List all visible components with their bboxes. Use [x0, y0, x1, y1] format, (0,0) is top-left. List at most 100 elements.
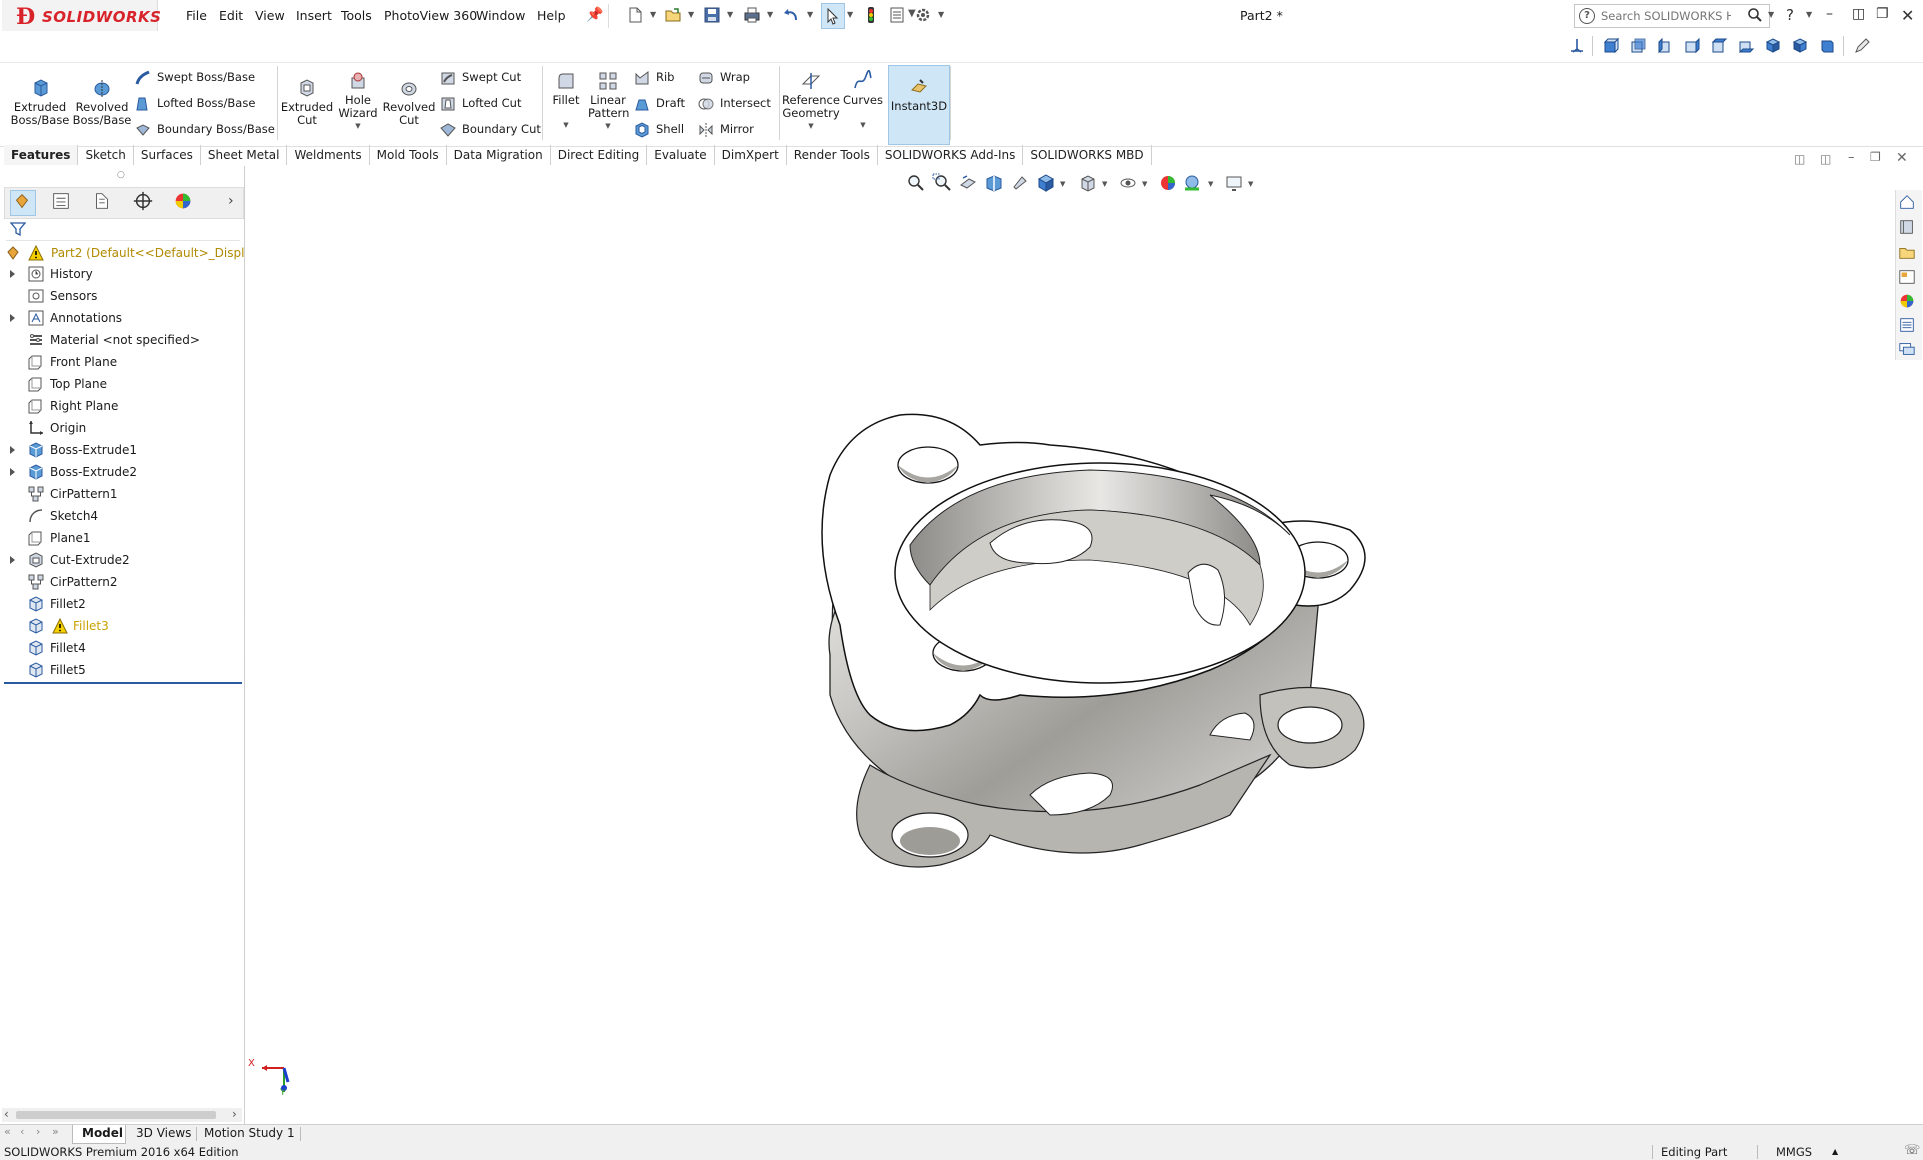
tree-item-origin[interactable]: Origin	[0, 418, 240, 438]
tree-item-front-plane[interactable]: Front Plane	[0, 352, 240, 372]
close-document-button[interactable]: ✕	[1896, 150, 1908, 166]
left-view-icon[interactable]	[1656, 37, 1674, 55]
last-tab-icon[interactable]: »	[52, 1125, 59, 1138]
chevron-down-icon[interactable]: ▼	[548, 119, 584, 132]
print-icon[interactable]	[743, 6, 761, 24]
expand-arrow-icon[interactable]	[10, 314, 15, 322]
view-settings-icon[interactable]	[1224, 173, 1244, 193]
new-document-icon[interactable]	[626, 6, 644, 24]
tree-item-annotations[interactable]: Annotations	[0, 308, 240, 328]
filter-icon[interactable]	[10, 221, 26, 237]
chevron-down-icon[interactable]: ▼	[1142, 180, 1147, 188]
solidworks-resources-icon[interactable]	[1898, 193, 1920, 213]
chevron-down-icon[interactable]: ▼	[1060, 180, 1065, 188]
help-search-box[interactable]: ?	[1574, 4, 1770, 28]
tree-item-cirpattern2[interactable]: CirPattern2	[0, 572, 240, 592]
menu-photoview[interactable]: PhotoView 360	[384, 8, 477, 23]
intersect-button[interactable]: Intersect	[698, 94, 771, 112]
chevron-down-icon[interactable]: ▼	[847, 10, 853, 19]
minimize-window-button[interactable]: –	[1826, 6, 1833, 22]
tab-mold-tools[interactable]: Mold Tools	[370, 145, 447, 165]
dimetric-view-icon[interactable]	[1818, 37, 1836, 55]
tree-item-fillet5[interactable]: Fillet5	[0, 660, 240, 680]
open-folder-icon[interactable]	[664, 6, 682, 24]
draft-button[interactable]: Draft	[634, 94, 685, 112]
view-palette-icon[interactable]	[1898, 268, 1920, 288]
file-explorer-icon[interactable]	[1898, 243, 1920, 263]
tab-sketch[interactable]: Sketch	[78, 145, 134, 165]
hole-wizard-button[interactable]: Hole Wizard ▼	[334, 70, 382, 133]
chevron-down-icon[interactable]: ▼	[767, 10, 773, 19]
close-window-button[interactable]: ✕	[1901, 6, 1914, 25]
forum-icon[interactable]	[1898, 340, 1920, 360]
menu-tools[interactable]: Tools	[341, 8, 372, 23]
tab-mbd[interactable]: SOLIDWORKS MBD	[1023, 145, 1152, 165]
top-view-icon[interactable]	[1710, 37, 1728, 55]
linear-pattern-button[interactable]: Linear Pattern ▼	[588, 70, 629, 133]
tree-item-material-not-specified[interactable]: Material <not specified>	[0, 330, 240, 350]
minimize-document-button[interactable]: –	[1848, 150, 1855, 165]
restore-window-button[interactable]: ❐	[1876, 6, 1889, 22]
display-style-icon[interactable]	[1078, 173, 1098, 193]
hide-show-items-icon[interactable]	[1118, 173, 1138, 193]
design-library-icon[interactable]	[1898, 218, 1920, 238]
front-view-icon[interactable]	[1602, 37, 1620, 55]
scroll-left-icon[interactable]: ‹	[4, 1107, 9, 1121]
next-tab-icon[interactable]: ›	[36, 1125, 40, 1138]
custom-properties-icon[interactable]	[1898, 316, 1920, 336]
chevron-down-icon[interactable]: ▼	[588, 120, 628, 133]
configuration-manager-tab[interactable]	[91, 190, 115, 214]
edit-appearance-icon[interactable]	[1158, 173, 1178, 193]
status-help-icon[interactable]: ☏	[1904, 1143, 1920, 1159]
tab-dimxpert[interactable]: DimXpert	[715, 145, 787, 165]
dynamic-annotation-icon[interactable]	[1010, 173, 1030, 193]
tree-item-cut-extrude2[interactable]: Cut-Extrude2	[0, 550, 240, 570]
tab-direct-editing[interactable]: Direct Editing	[551, 145, 648, 165]
trimetric-view-icon[interactable]	[1791, 37, 1809, 55]
chevron-down-icon[interactable]: ▼	[938, 10, 944, 19]
tab-3d-views[interactable]: 3D Views	[136, 1126, 191, 1140]
tree-root-part[interactable]: Part2 (Default<<Default>_Display S	[0, 243, 270, 263]
appearances-icon[interactable]	[1898, 292, 1920, 312]
tab-add-ins[interactable]: SOLIDWORKS Add-Ins	[878, 145, 1024, 165]
tree-item-fillet2[interactable]: Fillet2	[0, 594, 240, 614]
sketch-pencil-icon[interactable]	[1853, 37, 1871, 55]
tab-model[interactable]: Model	[72, 1125, 126, 1144]
expand-arrow-icon[interactable]	[10, 468, 15, 476]
chevron-down-icon[interactable]: ▼	[782, 120, 840, 133]
scroll-thumb[interactable]	[16, 1111, 216, 1119]
display-manager-tab[interactable]	[172, 190, 196, 214]
menu-insert[interactable]: Insert	[296, 8, 332, 23]
right-view-icon[interactable]	[1683, 37, 1701, 55]
status-units[interactable]: MMGS	[1776, 1144, 1812, 1160]
next-document-icon[interactable]: ◫	[1820, 152, 1831, 166]
menu-edit[interactable]: Edit	[219, 8, 243, 23]
file-properties-icon[interactable]	[888, 6, 906, 24]
tab-render-tools[interactable]: Render Tools	[787, 145, 878, 165]
revolved-boss-button[interactable]: Revolved Boss/Base	[72, 77, 132, 127]
scroll-right-icon[interactable]: ›	[232, 1107, 237, 1121]
tree-item-history[interactable]: History	[0, 264, 240, 284]
fillet-button[interactable]: Fillet ▼	[548, 70, 584, 132]
apply-scene-icon[interactable]	[1182, 173, 1202, 193]
select-tool-button[interactable]	[821, 3, 845, 29]
extruded-cut-button[interactable]: Extruded Cut	[280, 77, 334, 127]
dimxpert-manager-tab[interactable]	[132, 190, 156, 214]
revolved-cut-button[interactable]: Revolved Cut	[382, 77, 436, 127]
reference-geometry-button[interactable]: Reference Geometry ▼	[782, 70, 840, 133]
feature-tree-tab[interactable]	[10, 190, 36, 216]
tab-evaluate[interactable]: Evaluate	[647, 145, 715, 165]
solidworks-logo[interactable]: Ð SOLIDWORKS	[2, 0, 161, 31]
rebuild-icon[interactable]	[862, 6, 880, 24]
part-3d-model[interactable]	[790, 395, 1400, 920]
tile-window-button[interactable]: ◫	[1852, 6, 1865, 22]
tab-sheet-metal[interactable]: Sheet Metal	[201, 145, 288, 165]
tab-features[interactable]: Features	[4, 145, 79, 165]
mirror-button[interactable]: Mirror	[698, 120, 754, 138]
view-orientation-icon[interactable]	[1036, 173, 1056, 193]
tree-item-cirpattern1[interactable]: CirPattern1	[0, 484, 240, 504]
curves-button[interactable]: Curves ▼	[842, 70, 884, 132]
zoom-to-area-icon[interactable]	[932, 173, 952, 193]
chevron-down-icon[interactable]: ▼	[1768, 10, 1774, 19]
chevron-down-icon[interactable]: ▼	[1248, 180, 1253, 188]
